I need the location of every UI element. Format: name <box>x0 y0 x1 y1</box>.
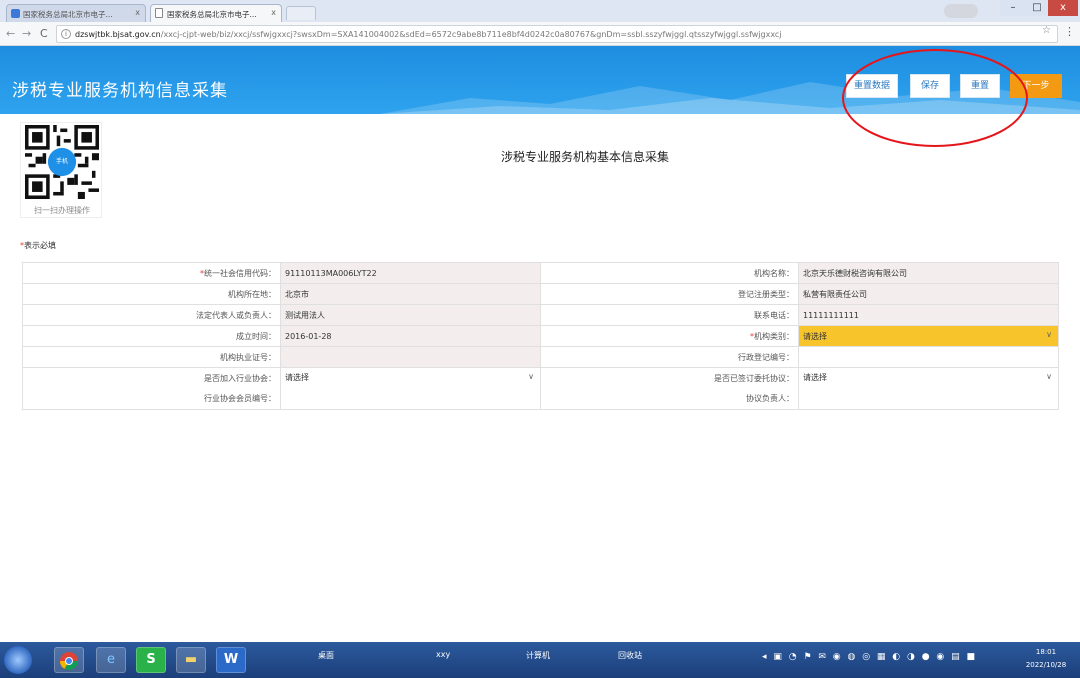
chevron-down-icon: ∨ <box>528 372 534 381</box>
form-row: 是否加入行业协会： 行业协会会员编号： 请选择 ∨ 是否已签订委托协议： 协议负责人：… <box>22 367 1059 410</box>
form-row: 成立时间： 2016-01-28 *机构类别： 请选择 ∨ <box>22 325 1059 347</box>
chrome-icon[interactable] <box>54 647 84 673</box>
forward-arrow-icon[interactable]: → <box>22 27 31 40</box>
bookmark-star-icon[interactable]: ☆ <box>1042 25 1051 36</box>
clock-date: 2022/10/28 <box>1025 661 1067 669</box>
internet-explorer-icon[interactable]: e <box>96 647 126 673</box>
chevron-down-icon: ∨ <box>1046 330 1052 339</box>
new-tab-button[interactable] <box>286 6 316 20</box>
form-label: 是否已签订委托协议： 协议负责人： <box>540 367 799 410</box>
qr-caption: 扫一扫办理操作 <box>34 206 90 215</box>
url-host: dzswjtbk.bjsat.gov.cn <box>75 30 161 39</box>
join-association-select[interactable]: 请选择 ∨ <box>280 367 541 410</box>
annotation-ellipse <box>842 49 1028 147</box>
license-number-field <box>280 346 541 368</box>
url-input[interactable]: i dzswjtbk.bjsat.gov.cn/xxcj-cjpt-web/bi… <box>56 25 1058 43</box>
form-label: 机构所在地： <box>22 283 281 305</box>
reload-icon[interactable]: C <box>40 27 48 40</box>
browser-menu-icon[interactable]: ⋮ <box>1064 25 1075 38</box>
browser-address-bar: ← → C i dzswjtbk.bjsat.gov.cn/xxcj-cjpt-… <box>0 22 1080 46</box>
registration-type-field: 私营有限责任公司 <box>798 283 1059 305</box>
browser-tab-2[interactable]: 国家税务总局北京市电子... x <box>150 4 282 22</box>
taskbar-item[interactable]: 桌面 <box>318 650 334 661</box>
form-row: 机构执业证号： 行政登记编号： <box>22 346 1059 368</box>
url-path: /xxcj-cjpt-web/biz/xxcj/ssfwjgxxcj?swsxD… <box>160 30 782 39</box>
browser-tab-strip: 国家税务总局北京市电子... x 国家税务总局北京市电子... x – □ x <box>0 0 1080 22</box>
clock-time: 18:01 <box>1035 648 1057 656</box>
form-row: 机构所在地： 北京市 登记注册类型： 私营有限责任公司 <box>22 283 1059 305</box>
taskbar-item[interactable]: 计算机 <box>526 650 550 661</box>
form-label: *机构类别： <box>540 325 799 347</box>
location-field: 北京市 <box>280 283 541 305</box>
required-note: *表示必填 <box>20 240 56 251</box>
taskbar-item[interactable]: xxy <box>436 650 450 659</box>
established-date-field: 2016-01-28 <box>280 325 541 347</box>
form-label: 机构名称： <box>540 262 799 284</box>
phone-field: 11111111111 <box>798 304 1059 326</box>
tab-title: 国家税务总局北京市电子... <box>167 10 257 19</box>
page-title: 涉税专业服务机构信息采集 <box>12 81 228 101</box>
form-label: 行政登记编号： <box>540 346 799 368</box>
form-label: *统一社会信用代码： <box>22 262 281 284</box>
form-title: 涉税专业服务机构基本信息采集 <box>500 150 669 164</box>
site-info-icon[interactable]: i <box>61 29 71 39</box>
screen: 国家税务总局北京市电子... x 国家税务总局北京市电子... x – □ x … <box>0 0 1080 678</box>
taskbar-item[interactable]: 回收站 <box>618 650 642 661</box>
form-label: 成立时间： <box>22 325 281 347</box>
browser-tab-1[interactable]: 国家税务总局北京市电子... x <box>6 4 146 22</box>
site-favicon-icon <box>11 9 20 18</box>
form-row: 法定代表人或负责人： 测试用法人 联系电话： 11111111111 <box>22 304 1059 326</box>
signed-agreement-select[interactable]: 请选择 ∨ <box>798 367 1059 410</box>
qr-code-panel: 手机 扫一扫办理操作 <box>20 122 102 218</box>
required-note-text: 表示必填 <box>24 241 56 250</box>
form-label: 机构执业证号： <box>22 346 281 368</box>
form-label: 法定代表人或负责人： <box>22 304 281 326</box>
institution-info-form: *统一社会信用代码： 91110113MA006LYT22 机构名称： 北京天乐… <box>22 262 1059 410</box>
word-icon[interactable]: W <box>216 647 246 673</box>
folder-icon[interactable]: ▬ <box>176 647 206 673</box>
windows-taskbar: e S ▬ W 桌面 xxy 计算机 回收站 ◂ ▣ ◔ ⚑ ✉ ◉ ◍ ◎ ▦… <box>0 642 1080 678</box>
profile-avatar[interactable] <box>944 4 978 18</box>
system-tray-icons[interactable]: ◂ ▣ ◔ ⚑ ✉ ◉ ◍ ◎ ▦ ◐ ◑ ● ◉ ▤ ■ <box>762 652 1012 668</box>
form-label: 是否加入行业协会： 行业协会会员编号： <box>22 367 281 410</box>
admin-registration-number-input[interactable] <box>798 346 1059 368</box>
system-clock[interactable]: 18:01 2022/10/28 <box>1016 646 1076 672</box>
tab-title: 国家税务总局北京市电子... <box>23 10 113 19</box>
back-arrow-icon[interactable]: ← <box>6 27 15 40</box>
legal-representative-field: 测试用法人 <box>280 304 541 326</box>
form-row: *统一社会信用代码： 91110113MA006LYT22 机构名称： 北京天乐… <box>22 262 1059 284</box>
window-maximize-button[interactable]: □ <box>1026 0 1048 16</box>
window-close-button[interactable]: x <box>1048 0 1078 16</box>
institution-category-select[interactable]: 请选择 ∨ <box>798 325 1059 347</box>
start-button[interactable] <box>4 646 32 674</box>
institution-name-field: 北京天乐德财税咨询有限公司 <box>798 262 1059 284</box>
tab-close-icon[interactable]: x <box>271 8 276 17</box>
window-minimize-button[interactable]: – <box>1000 0 1026 16</box>
tab-close-icon[interactable]: x <box>135 8 140 17</box>
chevron-down-icon: ∨ <box>1046 372 1052 381</box>
page-favicon-icon <box>155 8 163 18</box>
form-label: 登记注册类型： <box>540 283 799 305</box>
app-s-icon[interactable]: S <box>136 647 166 673</box>
credit-code-field: 91110113MA006LYT22 <box>280 262 541 284</box>
form-label: 联系电话： <box>540 304 799 326</box>
